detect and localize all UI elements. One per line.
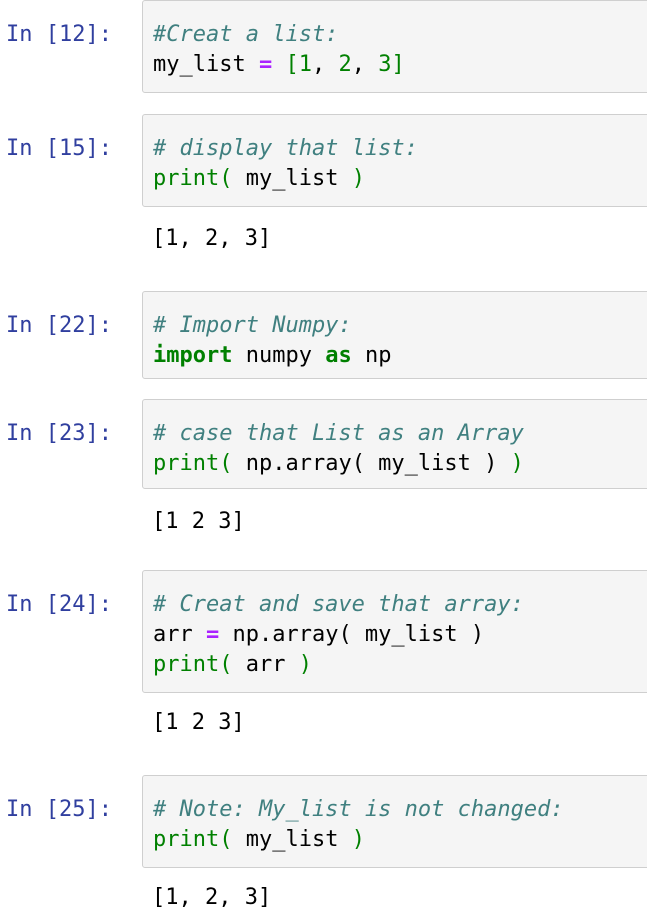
code-alias: np — [351, 343, 392, 368]
code-operator: = — [205, 622, 220, 647]
code-cell[interactable]: In [15]: # display that list: print( my_… — [0, 114, 647, 274]
code-comment: # Import Numpy: — [153, 313, 352, 338]
code-cell[interactable]: In [12]: #Creat a list: my_list = [1, 2,… — [0, 0, 647, 95]
code-line: # Import Numpy: — [153, 311, 647, 341]
input-prompt: In [12]: — [6, 22, 112, 47]
code-comment: # Note: My_list is not changed: — [153, 797, 564, 822]
code-line: #Creat a list: — [153, 20, 647, 50]
code-line: print( arr ) — [153, 650, 647, 680]
code-line: # case that List as an Array — [153, 419, 647, 449]
code-argument: arr — [232, 652, 299, 677]
code-input[interactable]: # display that list: print( my_list ) — [142, 114, 647, 207]
code-number: 3 — [378, 52, 392, 77]
code-comment: #Creat a list: — [153, 22, 339, 47]
cell-output: [1 2 3] — [152, 710, 245, 735]
code-comment: # case that List as an Array — [153, 421, 524, 446]
notebook: In [12]: #Creat a list: my_list = [1, 2,… — [0, 0, 647, 919]
code-line: my_list = [1, 2, 3] — [153, 50, 647, 80]
code-cell[interactable]: In [22]: # Import Numpy: import numpy as… — [0, 291, 647, 386]
code-line: print( my_list ) — [153, 164, 647, 194]
code-argument: np.array( my_list ) — [232, 451, 511, 476]
code-operator: = — [258, 52, 273, 77]
code-line: # Note: My_list is not changed: — [153, 795, 647, 825]
code-number: 1 — [298, 52, 312, 77]
cell-output: [1 2 3] — [152, 509, 245, 534]
input-prompt: In [24]: — [6, 592, 112, 617]
code-paren: ( — [219, 652, 233, 677]
code-builtin: print — [153, 451, 220, 476]
code-argument: my_list — [232, 827, 352, 852]
code-paren: ( — [219, 827, 233, 852]
code-line: arr = np.array( my_list ) — [153, 620, 647, 650]
code-argument: my_list — [232, 166, 352, 191]
input-prompt: In [22]: — [6, 313, 112, 338]
code-input[interactable]: # case that List as an Array print( np.a… — [142, 399, 647, 489]
code-builtin: print — [153, 652, 220, 677]
code-comment: # display that list: — [153, 136, 418, 161]
code-paren: ) — [351, 166, 365, 191]
code-input[interactable]: # Note: My_list is not changed: print( m… — [142, 775, 647, 868]
input-prompt: In [15]: — [6, 136, 112, 161]
code-line: # Creat and save that array: — [153, 590, 647, 620]
code-input[interactable]: # Import Numpy: import numpy as np — [142, 291, 647, 379]
code-cell[interactable]: In [23]: # case that List as an Array pr… — [0, 399, 647, 559]
code-builtin: print — [153, 166, 220, 191]
code-line: # display that list: — [153, 134, 647, 164]
code-variable: my_list — [153, 52, 259, 77]
code-keyword: import — [153, 343, 233, 368]
cell-output: [1, 2, 3] — [152, 885, 272, 910]
code-module: numpy — [232, 343, 326, 368]
code-cell[interactable]: In [25]: # Note: My_list is not changed:… — [0, 775, 647, 919]
code-input[interactable]: #Creat a list: my_list = [1, 2, 3] — [142, 0, 647, 93]
code-paren: ) — [510, 451, 524, 476]
code-bracket: ] — [391, 52, 405, 77]
input-prompt: In [25]: — [6, 797, 112, 822]
code-variable: arr — [153, 622, 206, 647]
code-line: print( np.array( my_list ) ) — [153, 449, 647, 479]
code-paren: ) — [298, 652, 312, 677]
input-prompt: In [23]: — [6, 421, 112, 446]
cell-output: [1, 2, 3] — [152, 226, 272, 251]
code-line: print( my_list ) — [153, 825, 647, 855]
code-line: import numpy as np — [153, 341, 647, 371]
code-input[interactable]: # Creat and save that array: arr = np.ar… — [142, 570, 647, 693]
code-paren: ) — [351, 827, 365, 852]
code-keyword: as — [325, 343, 352, 368]
code-punct: , — [351, 52, 379, 77]
code-number: 2 — [338, 52, 352, 77]
code-paren: ( — [219, 451, 233, 476]
code-bracket: [ — [272, 52, 299, 77]
code-expression: np.array( my_list ) — [219, 622, 485, 647]
code-paren: ( — [219, 166, 233, 191]
code-comment: # Creat and save that array: — [153, 592, 524, 617]
code-builtin: print — [153, 827, 220, 852]
code-cell[interactable]: In [24]: # Creat and save that array: ar… — [0, 570, 647, 760]
code-punct: , — [311, 52, 339, 77]
